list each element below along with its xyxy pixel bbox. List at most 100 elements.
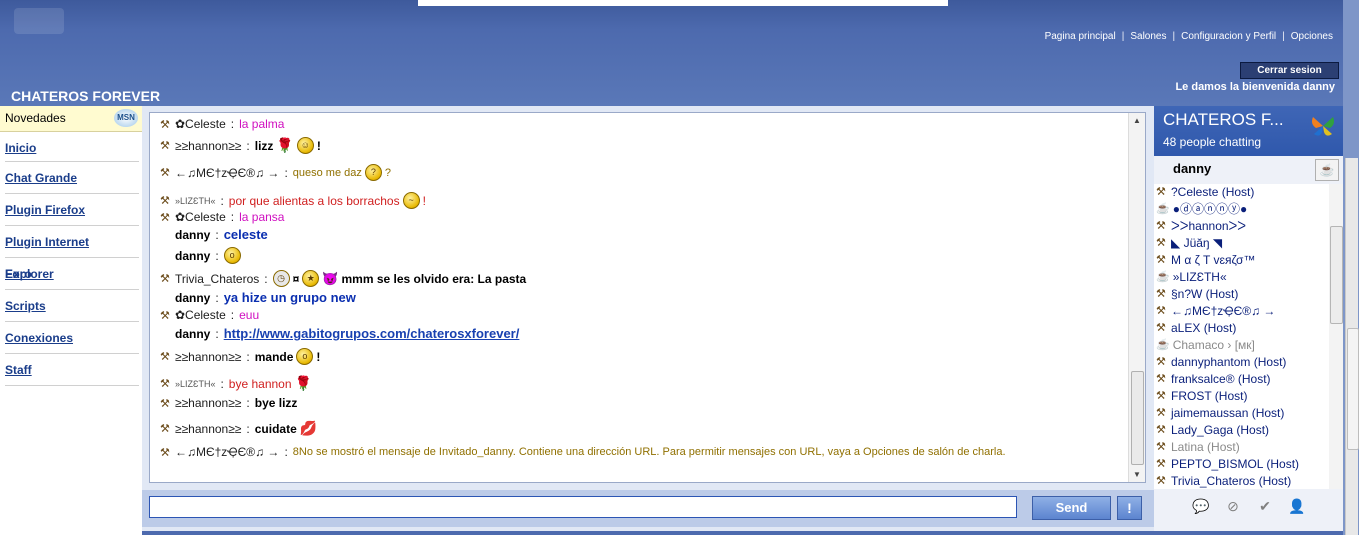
sidebar-link-staff[interactable]: Staff [5,354,139,386]
question-mark-text: ? [384,166,392,179]
host-hammer-icon: ⚒ [1156,254,1166,266]
user-list-item[interactable]: ⚒ PEPTO_BISMOL (Host) [1154,456,1330,473]
chat-message: ⚒ ←♫MЄ†zҾЄ®♫ → : 8No se mostró el mensaj… [160,445,1006,459]
left-sidebar: Novedades MSN Inicio Chat Grande Plugin … [0,106,142,535]
user-status-icon[interactable]: ☕ [1315,159,1339,181]
message-text: bye hannon [228,376,292,391]
message-nick[interactable]: danny [175,291,210,305]
page-scrollbar[interactable] [1345,158,1359,535]
user-list-item[interactable]: ⚒ ᐳᐳhannonᐳᐳ [1154,218,1330,235]
message-nick[interactable]: ←♫MЄ†zҾЄ®♫ → [175,166,279,180]
message-nick[interactable]: ≥≥hannon≥≥ [175,350,241,364]
chat-message: ⚒ ≥≥hannon≥≥ : mande o! [160,348,320,365]
sidebar-link-foro[interactable]: Foro [5,258,139,290]
sidebar-link-inicio[interactable]: Inicio [5,132,139,162]
nav-separator: | [1282,31,1285,42]
sidebar-link-chat-grande[interactable]: Chat Grande [5,162,139,194]
user-list-item[interactable]: ⚒ ←♫MЄ†zҾЄ®♫ → [1154,303,1330,320]
user-list-item[interactable]: ⚒ Lady_Gaga (Host) [1154,422,1330,439]
message-text: queso me daz [292,166,362,179]
scroll-up-icon[interactable]: ▲ [1133,116,1141,125]
message-colon: : [284,445,288,459]
sidebar-link-scripts[interactable]: Scripts [5,290,139,322]
message-colon: : [264,271,268,286]
message-nick[interactable]: ✿Celeste [175,117,226,131]
user-list-item[interactable]: ⚒ ?Celeste (Host) [1154,184,1330,201]
user-list-item[interactable]: ⚒ dannyphantom (Host) [1154,354,1330,371]
user-list-item[interactable]: ☕ ●ⓓⓐⓝⓝⓨ● [1154,201,1330,218]
host-hammer-icon: ⚒ [160,378,170,390]
user-name: Μ α ζ Τ ᴠɛяζσ™ [1171,253,1256,267]
user-name: ᐳᐳhannonᐳᐳ [1171,219,1247,233]
message-text: bye lizz [254,396,298,410]
alert-button[interactable]: ! [1117,496,1142,520]
message-nick[interactable]: ✿Celeste [175,210,226,224]
userlist-scroll-thumb[interactable] [1330,226,1343,324]
chat-scroll-thumb[interactable] [1131,371,1144,465]
message-nick[interactable]: ←♫MЄ†zҾЄ®♫ → [175,445,279,459]
message-input[interactable] [149,496,1017,518]
message-colon: : [246,421,250,436]
site-logo [14,8,64,34]
page-scroll-thumb[interactable] [1347,328,1359,450]
userlist-scrollbar[interactable] [1329,184,1343,489]
message-colon: : [215,326,219,341]
check-icon[interactable]: ✔ [1256,498,1274,516]
chat-bubble-icon[interactable]: 💬 [1192,498,1210,516]
sidebar-link-plugin-ie[interactable]: Plugin Internet Explorer [5,226,139,281]
host-hammer-icon: ⚒ [1156,322,1166,334]
nav-opciones[interactable]: Opciones [1291,31,1333,42]
chat-scrollbar[interactable]: ▲ ▼ [1128,113,1145,482]
user-list-item[interactable]: ⚒ Latina (Host) [1154,439,1330,456]
message-nick[interactable]: danny [175,249,210,263]
profile-icon[interactable]: 👤 [1288,498,1306,516]
sidebar-link-plugin-firefox[interactable]: Plugin Firefox [5,194,139,226]
welcome-message: Le damos la bienvenida danny [1175,81,1335,93]
guest-icon: ☕ [1156,339,1170,351]
message-nick[interactable]: ≥≥hannon≥≥ [175,422,241,436]
block-icon[interactable]: ⊘ [1224,498,1242,516]
user-list-item[interactable]: ☕ Chamaco › [мк] [1154,337,1330,354]
user-name: franksalce® (Host) [1171,372,1271,386]
user-list-item[interactable]: ☕ »LIZƐTH« [1154,269,1330,286]
chat-message: ⚒ ←♫MЄ†zҾЄ®♫ → : queso me daz ?? [160,164,391,181]
message-text: ya hize un grupo new [223,290,356,305]
message-nick[interactable]: »LIZƐTH« [175,379,215,389]
message-nick[interactable]: »LIZƐTH« [175,196,215,206]
nav-salones[interactable]: Salones [1130,31,1166,42]
smile-emoticon-icon: ☺ [296,137,314,154]
message-nick[interactable]: ≥≥hannon≥≥ [175,396,241,410]
host-hammer-icon: ⚒ [160,351,170,363]
user-list-item[interactable]: ⚒ aLEX (Host) [1154,320,1330,337]
user-list-item[interactable]: ⚒ Trivia_Chateros (Host) [1154,473,1330,489]
message-colon: : [246,349,250,364]
user-list-item[interactable]: ⚒ ◣ Jüăŋ ◥ [1154,235,1330,252]
user-name: Lady_Gaga (Host) [1171,423,1270,437]
chat-message: ⚒ ✿Celeste : la palma [160,117,284,131]
user-list-item[interactable]: ⚒ franksalce® (Host) [1154,371,1330,388]
host-hammer-icon: ⚒ [1156,407,1166,419]
user-list-item[interactable]: ⚒ Μ α ζ Τ ᴠɛяζσ™ [1154,252,1330,269]
user-name: Chamaco › [мк] [1172,338,1255,352]
host-hammer-icon: ⚒ [1156,288,1166,300]
site-header: Pagina principal | Salones | Configuraci… [0,0,1343,106]
message-nick[interactable]: Trivia_Chateros [175,272,259,286]
chat-message: ⚒ ≥≥hannon≥≥ : cuidate 💋 [160,420,317,437]
logout-button[interactable]: Cerrar sesion [1240,62,1339,79]
message-nick[interactable]: ≥≥hannon≥≥ [175,139,241,153]
nav-pagina-principal[interactable]: Pagina principal [1045,31,1116,42]
user-name: FROST (Host) [1171,389,1248,403]
host-hammer-icon: ⚒ [160,167,170,179]
user-list-item[interactable]: ⚒ §n?W (Host) [1154,286,1330,303]
message-nick[interactable]: danny [175,228,210,242]
user-list-item[interactable]: ⚒ jaimemaussan (Host) [1154,405,1330,422]
host-hammer-icon: ⚒ [160,140,170,152]
nav-configuracion[interactable]: Configuracion y Perfil [1181,31,1276,42]
message-nick[interactable]: ✿Celeste [175,308,226,322]
message-link[interactable]: http://www.gabitogrupos.com/chaterosxfor… [224,326,520,341]
message-nick[interactable]: danny [175,327,210,341]
sidebar-link-conexiones[interactable]: Conexiones [5,322,139,354]
scroll-down-icon[interactable]: ▼ [1133,470,1141,479]
user-list-item[interactable]: ⚒ FROST (Host) [1154,388,1330,405]
send-button[interactable]: Send [1032,496,1111,520]
